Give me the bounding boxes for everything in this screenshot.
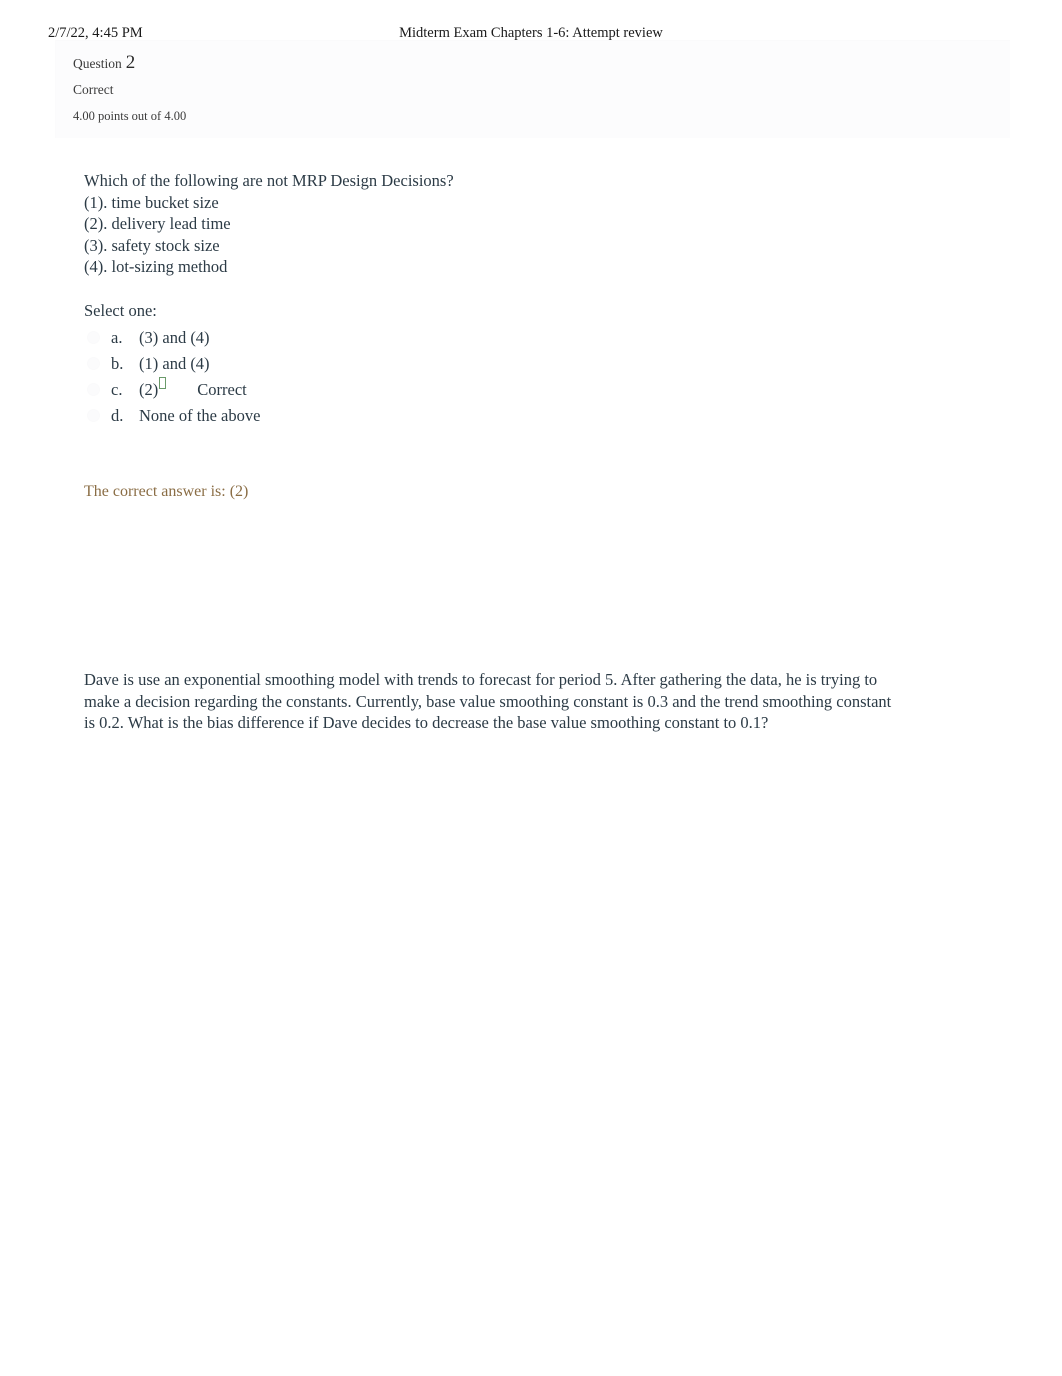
question-number: 2	[125, 52, 136, 73]
question-text: Which of the following are not MRP Desig…	[84, 170, 964, 278]
answer-letter-b: b.	[111, 354, 124, 373]
checkmark-icon	[159, 377, 167, 389]
answer-correct-marker-c: Correct	[197, 380, 247, 399]
answer-text-d: None of the above	[139, 406, 261, 425]
correct-answer-feedback: The correct answer is: (2)	[84, 483, 249, 500]
answer-letter-d: d.	[111, 406, 124, 425]
question-state: Correct	[73, 82, 114, 97]
question-grade: 4.00 points out of 4.00	[73, 109, 187, 123]
select-one-prompt: Select one:	[84, 300, 157, 320]
question-item-4: (4). lot-sizing method	[84, 257, 228, 276]
radio-button-a[interactable]	[87, 331, 100, 344]
question-info-panel: Question 2 Correct 4.00 points out of 4.0…	[55, 40, 1010, 138]
answer-option-d[interactable]: d. None of the above	[84, 403, 964, 429]
answer-option-b[interactable]: b. (1) and (4)	[84, 351, 964, 377]
answer-option-c[interactable]: c. (2) Correct	[84, 377, 964, 403]
question-number-row: Question 2	[73, 53, 473, 74]
answer-letter-a: a.	[111, 328, 123, 347]
question-item-1: (1). time bucket size	[84, 192, 219, 212]
answer-text-c: (2)	[139, 380, 159, 399]
answer-text-a: (3) and (4)	[139, 328, 210, 347]
radio-button-b[interactable]	[87, 357, 100, 370]
answer-option-a[interactable]: a. (3) and (4)	[84, 325, 964, 351]
question-body: Which of the following are not MRP Desig…	[84, 170, 964, 429]
answer-options-list: a. (3) and (4) b. (1) and (4) c. (2) Correct…	[84, 325, 964, 429]
answer-text-b: (1) and (4)	[139, 354, 210, 373]
question-item-3: (3). safety stock size	[84, 235, 220, 255]
question-info-content: Question 2 Correct 4.00 points out of 4.0…	[73, 53, 473, 126]
question-stem: Which of the following are not MRP Desig…	[84, 171, 454, 190]
next-question-stem: Dave is use an exponential smoothing mod…	[84, 670, 892, 732]
question-item-2: (2). delivery lead time	[84, 214, 231, 233]
radio-button-c[interactable]	[87, 383, 100, 396]
question-label: Question	[73, 56, 122, 71]
radio-button-d[interactable]	[87, 409, 100, 422]
answer-letter-c: c.	[111, 380, 123, 399]
